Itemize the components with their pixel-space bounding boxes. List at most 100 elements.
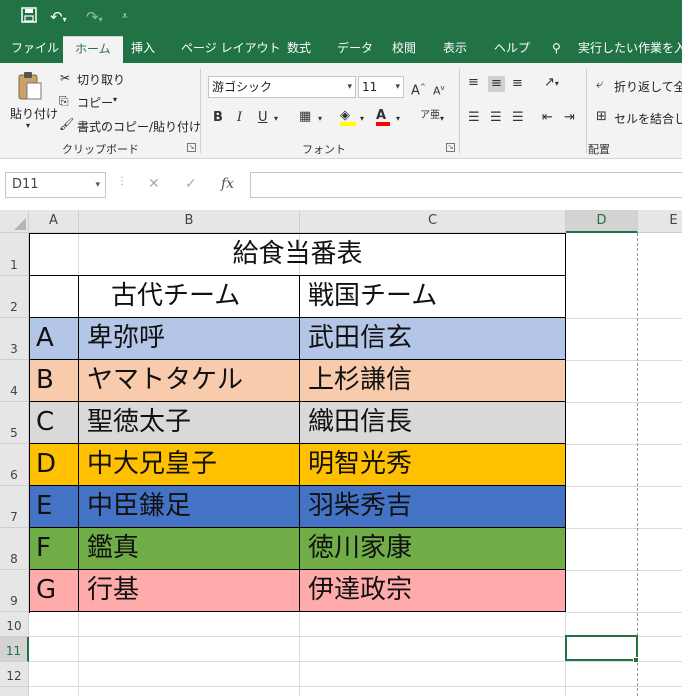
sengoku-member-cell[interactable]: 伊達政宗: [300, 570, 566, 612]
formula-input[interactable]: [250, 172, 682, 198]
sengoku-member-cell[interactable]: 明智光秀: [300, 444, 566, 486]
sheet-title[interactable]: 給食当番表: [29, 233, 566, 276]
insert-function-icon[interactable]: fx: [221, 176, 234, 192]
row-header[interactable]: 6: [0, 444, 29, 486]
fill-color-icon[interactable]: ◈: [340, 108, 356, 126]
row-header[interactable]: 7: [0, 486, 29, 528]
sengoku-member-cell[interactable]: 徳川家康: [300, 528, 566, 570]
sengoku-member-cell[interactable]: 上杉謙信: [300, 360, 566, 402]
sengoku-member-cell[interactable]: 織田信長: [300, 402, 566, 444]
column-header-a[interactable]: A: [29, 210, 79, 233]
borders-dropdown-icon[interactable]: ▾: [318, 111, 322, 127]
align-right-icon[interactable]: ☰: [512, 110, 524, 126]
merge-cells-button[interactable]: セルを結合して: [614, 110, 682, 127]
italic-button[interactable]: I: [237, 110, 242, 126]
tab-home[interactable]: ホーム: [63, 36, 123, 63]
font-launcher-icon[interactable]: ↘: [446, 143, 455, 152]
paste-button[interactable]: 貼り付け: [10, 105, 58, 122]
tab-view[interactable]: 表示: [443, 36, 467, 63]
ancient-member-cell[interactable]: ヤマトタケル: [79, 360, 300, 402]
ancient-member-cell[interactable]: 中大兄皇子: [79, 444, 300, 486]
align-center-icon[interactable]: ☰: [490, 110, 502, 126]
phonetic-icon[interactable]: ア亜: [420, 108, 440, 124]
header-ancient-team[interactable]: 古代チーム: [79, 276, 300, 318]
phonetic-dropdown-icon[interactable]: ▾: [440, 111, 444, 127]
fill-dropdown-icon[interactable]: ▾: [360, 111, 364, 127]
copy-button[interactable]: コピー: [77, 94, 113, 111]
row-header[interactable]: 12: [0, 662, 29, 687]
format-painter-button[interactable]: 書式のコピー/貼り付け: [77, 118, 201, 135]
tab-insert[interactable]: 挿入: [131, 36, 155, 63]
enter-icon[interactable]: ✓: [185, 176, 197, 192]
cut-icon[interactable]: ✂: [60, 71, 70, 85]
tab-formulas[interactable]: 数式: [287, 36, 311, 63]
format-painter-icon[interactable]: 🖌: [59, 117, 74, 131]
row-header[interactable]: 8: [0, 528, 29, 570]
header-sengoku-team[interactable]: 戦国チーム: [300, 276, 566, 318]
row-header[interactable]: 3: [0, 318, 29, 360]
fill-handle[interactable]: [633, 657, 639, 663]
tell-me-box[interactable]: 実行したい作業を入力: [578, 36, 682, 63]
font-name-select[interactable]: 游ゴシック ▾: [208, 76, 356, 98]
orientation-icon[interactable]: ↗▾: [544, 75, 559, 92]
column-header-c[interactable]: C: [300, 210, 566, 233]
underline-dropdown-icon[interactable]: ▾: [274, 111, 278, 127]
tab-page-layout[interactable]: ページ レイアウト: [181, 36, 281, 63]
tab-help[interactable]: ヘルプ: [494, 36, 530, 63]
paste-icon[interactable]: [17, 71, 43, 104]
row-header[interactable]: 1: [0, 233, 29, 276]
merge-cells-icon[interactable]: ⊞: [596, 109, 607, 125]
ancient-member-cell[interactable]: 鑑真: [79, 528, 300, 570]
copy-icon[interactable]: ⎘: [59, 94, 69, 109]
increase-indent-icon[interactable]: ⇥: [564, 110, 575, 126]
ancient-member-cell[interactable]: 行基: [79, 570, 300, 612]
ancient-member-cell[interactable]: 聖徳太子: [79, 402, 300, 444]
worksheet-grid[interactable]: A B C D E 1 2 3 4 5 6 7 8 9 10 11 12 13 …: [0, 210, 682, 696]
font-color-dropdown-icon[interactable]: ▾: [396, 111, 400, 127]
group-label-cell[interactable]: G: [29, 570, 79, 612]
font-color-icon[interactable]: A: [376, 108, 390, 126]
group-label-cell[interactable]: B: [29, 360, 79, 402]
row-header[interactable]: 4: [0, 360, 29, 402]
row-header[interactable]: 10: [0, 612, 29, 637]
decrease-indent-icon[interactable]: ⇤: [542, 110, 553, 126]
ancient-member-cell[interactable]: 卑弥呼: [79, 318, 300, 360]
cancel-icon[interactable]: ✕: [148, 176, 160, 192]
select-all-corner[interactable]: [0, 210, 29, 233]
font-size-select[interactable]: 11 ▾: [358, 76, 404, 98]
align-middle-icon[interactable]: ≡: [488, 76, 505, 92]
customize-icon[interactable]: ⩡: [122, 7, 128, 27]
wrap-text-button[interactable]: 折り返して全体: [614, 78, 682, 95]
row-header[interactable]: 5: [0, 402, 29, 444]
grow-font-icon[interactable]: A^: [411, 79, 426, 99]
align-top-icon[interactable]: ≡: [468, 75, 479, 91]
tab-data[interactable]: データ: [337, 36, 373, 63]
tab-file[interactable]: ファイル: [11, 36, 59, 63]
sengoku-member-cell[interactable]: 武田信玄: [300, 318, 566, 360]
group-label-cell[interactable]: E: [29, 486, 79, 528]
copy-dropdown-icon[interactable]: ▾: [113, 95, 117, 104]
group-label-cell[interactable]: F: [29, 528, 79, 570]
tab-review[interactable]: 校閲: [392, 36, 416, 63]
align-left-icon[interactable]: ☰: [468, 110, 480, 126]
redo-icon[interactable]: ↷▾: [86, 7, 103, 30]
column-header-d[interactable]: D: [566, 210, 638, 233]
header-blank-cell[interactable]: [29, 276, 79, 318]
sengoku-member-cell[interactable]: 羽柴秀吉: [300, 486, 566, 528]
clipboard-launcher-icon[interactable]: ↘: [187, 143, 196, 152]
column-header-b[interactable]: B: [79, 210, 300, 233]
name-box[interactable]: D11 ▾: [5, 172, 106, 198]
shrink-font-icon[interactable]: Av: [433, 80, 445, 100]
undo-icon[interactable]: ↶▾: [50, 7, 67, 30]
wrap-text-icon[interactable]: ⤶: [596, 77, 603, 93]
active-cell-d11[interactable]: [565, 635, 638, 661]
paste-dropdown-icon[interactable]: ▾: [26, 121, 30, 130]
save-icon[interactable]: [21, 7, 37, 28]
bold-button[interactable]: B: [213, 110, 223, 126]
row-header[interactable]: 13: [0, 687, 29, 696]
ancient-member-cell[interactable]: 中臣鎌足: [79, 486, 300, 528]
group-label-cell[interactable]: C: [29, 402, 79, 444]
underline-button[interactable]: U: [258, 110, 268, 126]
row-header[interactable]: 9: [0, 570, 29, 612]
borders-icon[interactable]: ▦: [299, 109, 311, 125]
